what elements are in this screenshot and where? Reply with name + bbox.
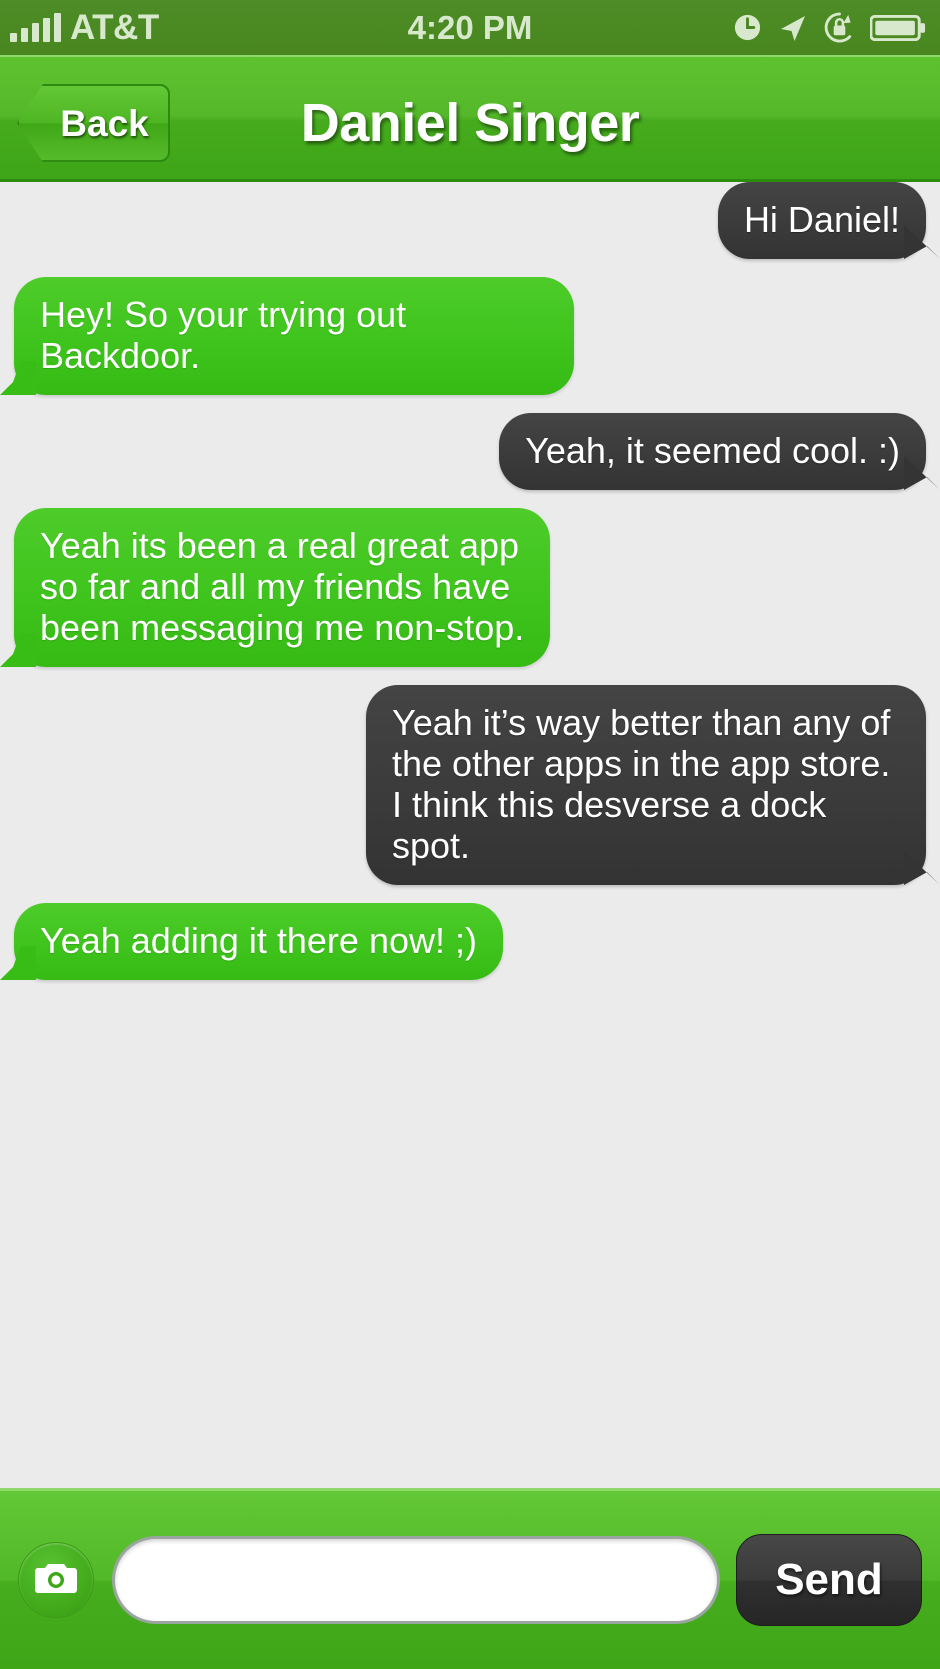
incoming-message-bubble[interactable]: Yeah adding it there now! ;) xyxy=(14,903,503,980)
outgoing-message-bubble[interactable]: Yeah, it seemed cool. :) xyxy=(499,413,926,490)
status-bar-left: AT&T xyxy=(10,10,159,45)
battery-icon xyxy=(870,13,926,43)
outgoing-message-bubble[interactable]: Hi Daniel! xyxy=(717,182,926,259)
signal-strength-icon xyxy=(10,12,61,42)
message-list[interactable]: Hi Daniel! Hey! So your trying out Backdo… xyxy=(0,182,940,1488)
send-button[interactable]: Send xyxy=(736,1534,922,1626)
message-row: Hi Daniel! xyxy=(0,182,940,259)
rotation-lock-icon xyxy=(823,11,856,44)
message-row: Yeah adding it there now! ;) xyxy=(0,903,940,980)
outgoing-message-bubble[interactable]: Yeah it’s way better than any of the oth… xyxy=(366,685,926,885)
status-bar-right xyxy=(732,11,926,44)
carrier-label: AT&T xyxy=(70,8,159,47)
message-row: Yeah, it seemed cool. :) xyxy=(0,413,940,490)
camera-button[interactable] xyxy=(18,1542,94,1618)
incoming-message-bubble[interactable]: Yeah its been a real great app so far an… xyxy=(14,508,551,667)
status-bar: AT&T 4:20 PM xyxy=(0,0,940,55)
location-arrow-icon xyxy=(777,12,809,44)
alarm-clock-icon xyxy=(732,12,763,43)
incoming-message-bubble[interactable]: Hey! So your trying out Backdoor. xyxy=(14,277,574,395)
message-compose-toolbar: Send xyxy=(0,1488,940,1669)
messaging-app-screen: AT&T 4:20 PM Back Daniel Singer Hi Danie… xyxy=(0,0,940,1669)
camera-icon xyxy=(34,1560,78,1601)
navigation-bar: Back Daniel Singer xyxy=(0,55,940,182)
message-row: Hey! So your trying out Backdoor. xyxy=(0,277,940,395)
send-button-label: Send xyxy=(775,1555,883,1604)
message-row: Yeah its been a real great app so far an… xyxy=(0,508,940,667)
message-row: Yeah it’s way better than any of the oth… xyxy=(0,685,940,885)
message-input[interactable] xyxy=(112,1536,720,1624)
conversation-title: Daniel Singer xyxy=(300,93,640,153)
